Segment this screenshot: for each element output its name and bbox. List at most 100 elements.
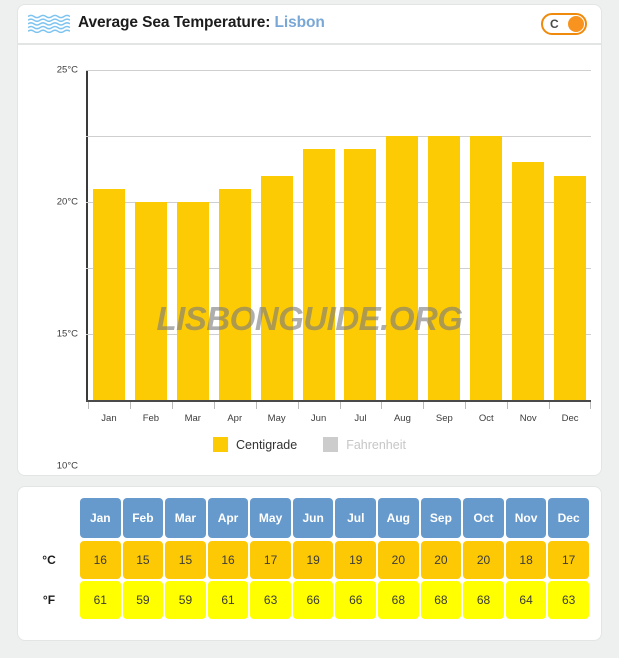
table-cell: 63 <box>250 581 291 619</box>
chart-bar-cell <box>465 70 507 400</box>
table-row: °C 16 15 15 16 17 19 19 20 20 20 18 17 <box>18 540 601 580</box>
table-cell: 59 <box>165 581 206 619</box>
chart-bar-cell <box>256 70 298 400</box>
chart-bar[interactable] <box>260 175 293 400</box>
legend-item-fahrenheit[interactable]: Fahrenheit <box>323 437 406 452</box>
table-header-cell: Jul <box>335 498 377 538</box>
table-header-cell: Feb <box>122 498 164 538</box>
legend-label-fahrenheit: Fahrenheit <box>346 437 406 452</box>
table-cell: 64 <box>505 581 547 619</box>
legend-label-centigrade: Centigrade <box>236 437 298 452</box>
chart-bar-cell <box>214 70 256 400</box>
x-axis-tick-label: Mar <box>171 402 214 428</box>
chart-bar-cell <box>88 70 130 400</box>
table-header-cell: Jun <box>292 498 334 538</box>
y-axis-tick-label: 10°C <box>56 460 78 472</box>
table-cell: 17 <box>548 541 589 579</box>
table-cell: 19 <box>292 541 334 579</box>
x-axis-tick-label: Aug <box>381 402 423 428</box>
table-cell: 66 <box>292 581 334 619</box>
chart-bar-cell <box>340 70 382 400</box>
table-cell: 17 <box>250 541 291 579</box>
table-header-cells: Jan Feb Mar Apr May Jun Jul Aug Sep Oct Nov Dec <box>80 498 601 538</box>
legend-swatch-centigrade <box>213 437 229 452</box>
table-cell: 59 <box>122 581 164 619</box>
table-row: °F 61 59 59 61 63 66 66 68 68 68 64 63 <box>18 580 601 620</box>
chart-bar[interactable] <box>176 202 209 400</box>
x-axis-tick-label: Oct <box>465 402 507 428</box>
table-header-cell: May <box>250 498 291 538</box>
legend-swatch-fahrenheit <box>323 437 339 452</box>
chart-bar[interactable] <box>428 136 461 400</box>
row-label-celsius: °C <box>42 553 56 567</box>
chart-bar[interactable] <box>470 136 503 400</box>
table-cell: 20 <box>420 541 462 579</box>
title-main: Average Sea Temperature: <box>78 14 271 31</box>
table-header-cell: Nov <box>505 498 547 538</box>
chart-legend: Centigrade Fahrenheit <box>18 437 601 452</box>
chart-bar[interactable] <box>512 162 545 400</box>
chart-bar[interactable] <box>344 149 377 400</box>
y-axis-tick-label: 25°C <box>56 64 78 76</box>
y-axis-tick-label: 15°C <box>56 328 78 340</box>
title-city: Lisbon <box>274 14 325 31</box>
chart-bar[interactable] <box>554 175 587 400</box>
x-axis-tick-label: Feb <box>129 402 172 428</box>
chart-bar-cell <box>381 70 423 400</box>
table-cell: 15 <box>122 541 164 579</box>
chart-bar-cell <box>423 70 465 400</box>
table-cell: 66 <box>335 581 377 619</box>
row-label-fahrenheit: °F <box>42 593 56 607</box>
table-cell: 16 <box>80 541 121 579</box>
table-header-cell: Oct <box>463 498 504 538</box>
chart-bars <box>88 70 591 400</box>
chart-bar[interactable] <box>92 188 125 400</box>
chart-bar[interactable] <box>218 188 251 400</box>
table-cell: 61 <box>80 581 121 619</box>
x-axis-tick-label: Nov <box>507 402 549 428</box>
table-cell: 61 <box>207 581 249 619</box>
page-title: Average Sea Temperature: Lisbon <box>78 14 325 32</box>
unit-toggle-label: C <box>550 17 559 31</box>
x-axis-tick-label: May <box>255 402 298 428</box>
table-row-fahrenheit-cells: 61 59 59 61 63 66 66 68 68 68 64 63 <box>80 581 601 619</box>
table-cell: 20 <box>463 541 504 579</box>
data-table-panel: Jan Feb Mar Apr May Jun Jul Aug Sep Oct Nov Dec °C … <box>18 487 601 640</box>
table-header-cell: Sep <box>420 498 462 538</box>
x-axis-labels: Jan Feb Mar Apr May Jun Jul Aug Sep Oct Nov Dec <box>88 402 591 428</box>
table-header-row: Jan Feb Mar Apr May Jun Jul Aug Sep Oct Nov Dec <box>18 496 601 540</box>
chart-bar[interactable] <box>134 202 167 400</box>
table-header-cell: Jan <box>80 498 121 538</box>
x-axis-tick-label: Jun <box>297 402 340 428</box>
table-cell: 68 <box>420 581 462 619</box>
chart-bar-cell <box>507 70 549 400</box>
table-cell: 16 <box>207 541 249 579</box>
table-cell: 68 <box>463 581 504 619</box>
wave-icon <box>28 14 70 35</box>
chart-bar-cell <box>130 70 172 400</box>
chart-bar[interactable] <box>302 149 335 400</box>
table-header-cell: Apr <box>207 498 249 538</box>
x-axis-tick-label: Dec <box>549 402 591 428</box>
unit-toggle-knob[interactable] <box>568 16 584 32</box>
table-header-cell: Dec <box>548 498 589 538</box>
table-header-cell: Aug <box>378 498 419 538</box>
table-cell: 68 <box>378 581 419 619</box>
chart-bar-cell <box>549 70 591 400</box>
chart-bar-cell <box>172 70 214 400</box>
chart-bar-cell <box>298 70 340 400</box>
y-axis-tick-label: 20°C <box>56 196 78 208</box>
unit-toggle[interactable]: C <box>541 13 587 35</box>
x-axis-tick-label: Sep <box>423 402 465 428</box>
header-panel: Average Sea Temperature: Lisbon C <box>18 5 601 43</box>
page-root: Average Sea Temperature: Lisbon C 0°C5°C… <box>0 0 619 658</box>
table-row-celsius-cells: 16 15 15 16 17 19 19 20 20 20 18 17 <box>80 541 601 579</box>
chart-bar[interactable] <box>386 136 419 400</box>
chart-plot-area: 0°C5°C10°C15°C20°C25°C <box>57 65 591 604</box>
x-axis-tick-label: Jan <box>88 402 130 428</box>
table-cell: 63 <box>548 581 589 619</box>
legend-item-centigrade[interactable]: Centigrade <box>213 437 297 452</box>
chart-panel: 0°C5°C10°C15°C20°C25°C LISBONGUIDE.ORG J… <box>18 45 601 604</box>
table-header-cell: Mar <box>165 498 206 538</box>
table-cell: 15 <box>165 541 206 579</box>
